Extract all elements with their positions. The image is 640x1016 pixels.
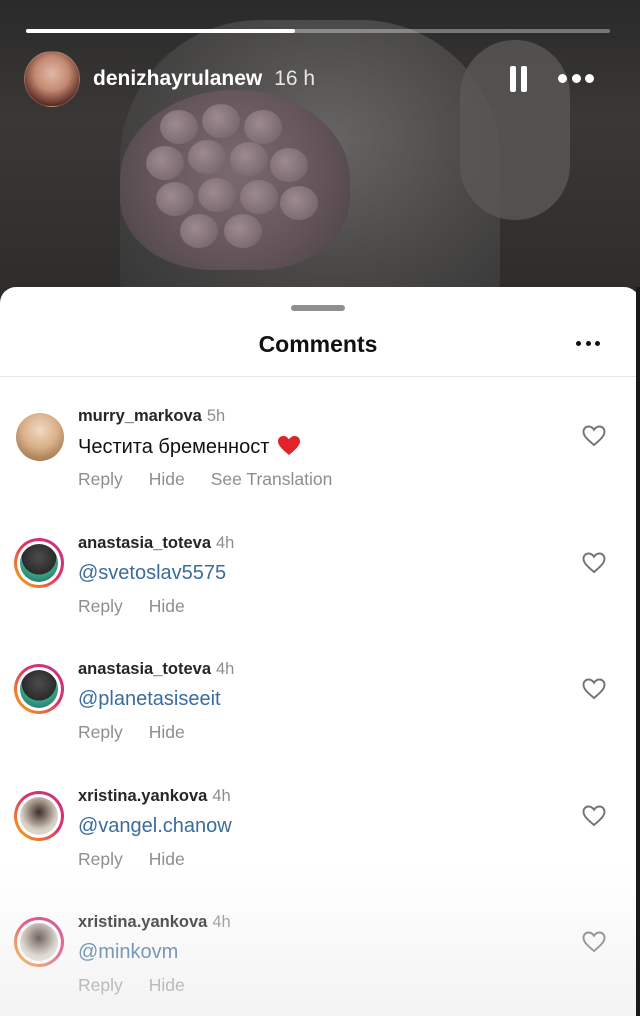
comment-avatar-story-ring[interactable] [14,790,64,841]
comment-username[interactable]: xristina.yankova [78,913,207,931]
story-media[interactable] [0,0,640,300]
comment-actions: Reply Hide See Translation [78,469,358,490]
like-heart-icon[interactable] [582,678,606,700]
comment-header: xristina.yankova 4h [78,913,231,932]
comment-time: 4h [212,786,231,805]
comment-item: xristina.yankova 4h @minkovm Reply Hide [0,883,636,1010]
reply-button[interactable]: Reply [78,722,123,743]
story-progress-fill [26,29,295,33]
reply-button[interactable]: Reply [78,469,123,490]
sheet-grabber-handle[interactable] [291,305,345,311]
hide-button[interactable]: Hide [149,975,185,996]
story-header: denizhayrulanew 16 h [24,51,616,107]
comment-item: anastasia_toteva 4h @planetasiseeit Reply… [0,630,636,757]
comment-actions: Reply Hide [78,975,211,996]
comment-text: Честита бременност [78,435,301,459]
comment-avatar [20,796,58,835]
screen-edge [636,287,640,1016]
like-heart-icon[interactable] [582,552,606,574]
sheet-more-icon[interactable] [576,341,600,347]
hide-button[interactable]: Hide [149,596,185,617]
comment-avatar[interactable] [16,413,64,461]
comment-username[interactable]: xristina.yankova [78,787,207,805]
like-heart-icon[interactable] [582,931,606,953]
comment-header: xristina.yankova 4h [78,787,231,806]
comment-actions: Reply Hide [78,849,211,870]
comment-time: 4h [216,660,235,678]
comment-item: anastasia_toteva 4h @svetoslav5575 Reply … [0,504,636,631]
story-progress-bar [26,29,610,33]
comment-avatar-story-ring[interactable] [14,664,64,714]
comment-avatar [20,923,58,961]
comment-mention-link[interactable]: @vangel.chanow [78,815,232,838]
more-icon[interactable] [558,74,594,84]
sheet-title: Comments [258,331,378,357]
comment-mention-link[interactable]: @minkovm [78,941,178,964]
reply-button[interactable]: Reply [78,849,123,870]
like-heart-icon[interactable] [582,805,606,827]
comment-header: anastasia_toteva 4h [78,534,234,553]
comment-item: xristina.yankova 4h @vangel.chanow Reply … [0,757,636,884]
comment-time: 4h [216,533,235,552]
comment-actions: Reply Hide [78,596,211,617]
hide-button[interactable]: Hide [149,469,185,490]
story-photo-bouquet [120,90,350,270]
reply-button[interactable]: Reply [78,596,123,617]
comment-avatar [20,670,58,708]
comments-sheet: Comments murry_markova 5h Честита бременн… [0,287,640,1016]
comment-username[interactable]: anastasia_toteva [78,660,211,678]
see-translation-button[interactable]: See Translation [211,469,333,490]
comment-avatar-story-ring[interactable] [14,917,64,967]
like-heart-icon[interactable] [582,425,606,447]
comment-item: murry_markova 5h Честита бременност Reply… [0,377,636,504]
comment-header: anastasia_toteva 4h [78,660,234,679]
comment-username[interactable]: anastasia_toteva [78,534,211,552]
comment-time: 4h [212,913,231,931]
comment-mention-link[interactable]: @planetasiseeit [78,688,221,711]
hide-button[interactable]: Hide [149,849,185,870]
comment-mention-link[interactable]: @svetoslav5575 [78,562,226,585]
comment-actions: Reply Hide [78,722,211,743]
comment-username[interactable]: murry_markova [78,407,202,425]
story-username[interactable]: denizhayrulanew [93,67,262,91]
pause-icon[interactable] [510,66,528,92]
story-time: 16 h [274,67,316,90]
comment-header: murry_markova 5h [78,407,225,426]
comment-text-content: Честита бременност [78,436,270,458]
avatar[interactable] [24,51,80,107]
hide-button[interactable]: Hide [149,722,185,743]
comment-avatar [20,543,58,582]
red-heart-emoji-icon [277,435,301,456]
comment-time: 5h [206,407,226,425]
comment-avatar-story-ring[interactable] [14,537,64,588]
reply-button[interactable]: Reply [78,975,123,996]
comment-list: murry_markova 5h Честита бременност Reply… [0,377,636,1010]
